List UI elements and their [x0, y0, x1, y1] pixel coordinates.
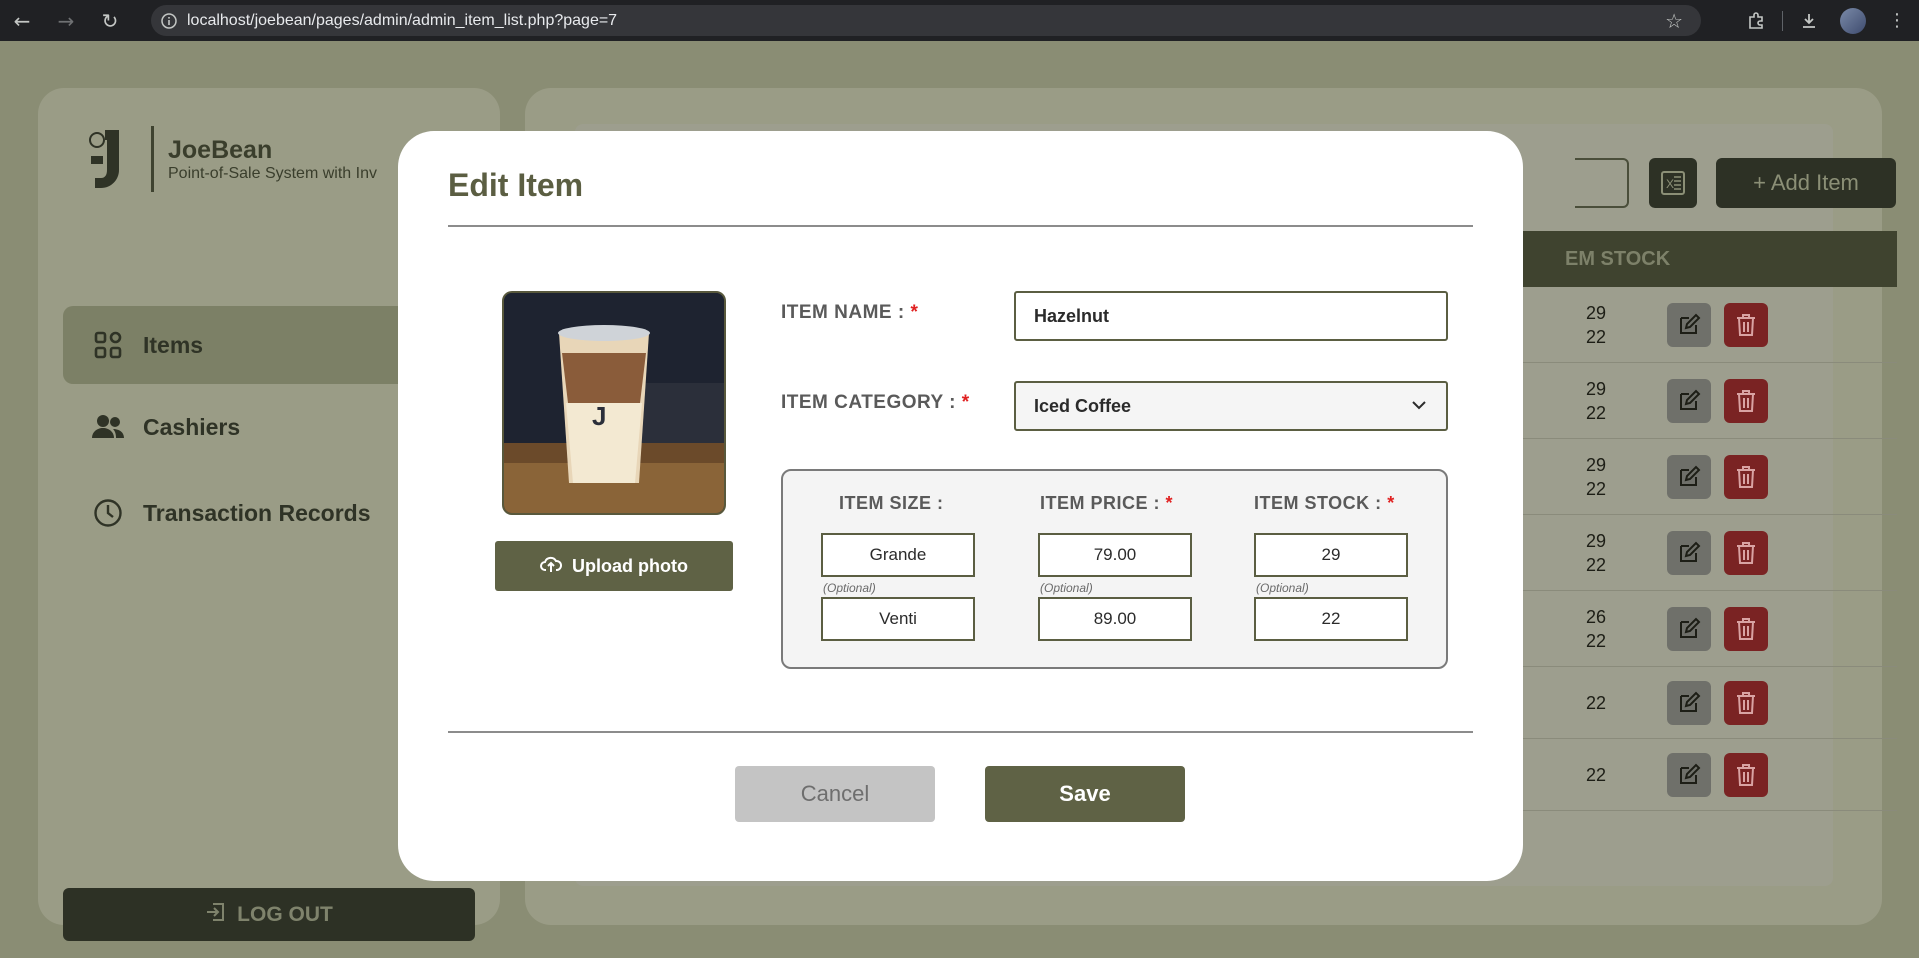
back-icon[interactable]: ← — [0, 0, 44, 41]
cloud-upload-icon — [540, 555, 563, 578]
modal-divider-bottom — [448, 731, 1473, 733]
item-category-select[interactable]: Iced Coffee — [1014, 381, 1448, 431]
sidebar-item-label: Transaction Records — [143, 499, 371, 526]
svg-text:X: X — [1666, 177, 1674, 191]
browser-toolbar: ← → ↻ localhost/joebean/pages/admin/admi… — [0, 0, 1919, 41]
item-name-label: ITEM NAME : * — [781, 302, 919, 323]
delete-button[interactable] — [1724, 681, 1768, 725]
stock-cell: 29 22 — [1585, 303, 1607, 347]
trash-icon — [1737, 314, 1755, 336]
extensions-icon[interactable] — [1734, 11, 1778, 30]
trash-icon — [1737, 692, 1755, 714]
menu-kebab-icon[interactable]: ⋮ — [1875, 10, 1919, 31]
item-size-header: ITEM SIZE : — [839, 493, 944, 513]
forward-icon[interactable]: → — [44, 0, 88, 41]
price-field-1[interactable]: 79.00 — [1038, 533, 1192, 577]
trash-icon — [1737, 764, 1755, 786]
trash-icon — [1737, 618, 1755, 640]
toolbar-divider — [1782, 10, 1783, 31]
modal-divider-top — [448, 225, 1473, 227]
excel-icon: X — [1661, 171, 1685, 195]
brand-name: JoeBean — [168, 135, 273, 164]
edit-button[interactable] — [1667, 455, 1711, 499]
stock-cell: 29 22 — [1585, 455, 1607, 499]
edit-item-modal: Edit Item J Upload photo ITEM NAME : * H… — [398, 131, 1523, 881]
stock-cell: 29 22 — [1585, 379, 1607, 423]
size-price-stock-panel: ITEM SIZE : ITEM PRICE : * ITEM STOCK : … — [781, 469, 1448, 669]
modal-title: Edit Item — [448, 167, 584, 203]
column-header-stock: EM STOCK — [1565, 248, 1671, 270]
stock-cell: 26 22 — [1585, 607, 1607, 651]
optional-hint: (Optional) — [823, 581, 876, 595]
trash-icon — [1737, 390, 1755, 412]
brand: JoeBean Point-of-Sale System with Inv — [83, 126, 377, 192]
trash-icon — [1737, 466, 1755, 488]
edit-button[interactable] — [1667, 531, 1711, 575]
stock-cell: 22 — [1585, 765, 1607, 785]
address-bar[interactable]: localhost/joebean/pages/admin/admin_item… — [151, 5, 1701, 36]
trash-icon — [1737, 542, 1755, 564]
edit-icon — [1680, 691, 1701, 712]
logout-label: LOG OUT — [237, 902, 333, 926]
delete-button[interactable] — [1724, 607, 1768, 651]
edit-icon — [1680, 389, 1701, 410]
item-stock-header: ITEM STOCK : * — [1254, 493, 1395, 513]
download-icon[interactable] — [1787, 12, 1831, 30]
edit-button[interactable] — [1667, 681, 1711, 725]
size-field-1[interactable]: Grande — [821, 533, 975, 577]
edit-icon — [1680, 617, 1701, 638]
site-info-icon[interactable] — [151, 12, 187, 29]
item-price-header: ITEM PRICE : * — [1040, 493, 1174, 513]
item-name-field[interactable]: Hazelnut — [1014, 291, 1448, 341]
sidebar-item-label: Cashiers — [143, 413, 241, 440]
search-input[interactable] — [1575, 158, 1629, 208]
size-field-2[interactable]: Venti — [821, 597, 975, 641]
stock-field-2[interactable]: 22 — [1254, 597, 1408, 641]
edit-button[interactable] — [1667, 303, 1711, 347]
item-photo: J — [502, 291, 726, 515]
edit-icon — [1680, 763, 1701, 784]
stock-field-1[interactable]: 29 — [1254, 533, 1408, 577]
edit-icon — [1680, 313, 1701, 334]
item-name-value: Hazelnut — [1034, 305, 1110, 326]
upload-photo-button[interactable]: Upload photo — [495, 541, 733, 591]
delete-button[interactable] — [1724, 455, 1768, 499]
item-category-value: Iced Coffee — [1034, 395, 1132, 416]
logout-button[interactable]: LOG OUT — [63, 888, 475, 941]
delete-button[interactable] — [1724, 379, 1768, 423]
delete-button[interactable] — [1724, 303, 1768, 347]
edit-icon — [1680, 465, 1701, 486]
sidebar-item-label: Items — [143, 331, 204, 358]
save-button[interactable]: Save — [985, 766, 1185, 822]
edit-button[interactable] — [1667, 379, 1711, 423]
edit-button[interactable] — [1667, 607, 1711, 651]
joebean-logo — [83, 126, 133, 192]
price-field-2[interactable]: 89.00 — [1038, 597, 1192, 641]
brand-tagline: Point-of-Sale System with Inv — [168, 164, 377, 182]
logout-icon — [205, 901, 227, 929]
stock-cell: 22 — [1585, 693, 1607, 713]
grid-icon — [91, 330, 125, 360]
cancel-button[interactable]: Cancel — [735, 766, 935, 822]
add-item-button[interactable]: + Add Item — [1716, 158, 1896, 208]
brand-divider — [151, 126, 154, 192]
reload-icon[interactable]: ↻ — [88, 0, 132, 41]
export-excel-button[interactable]: X — [1649, 158, 1697, 208]
svg-text:J: J — [592, 401, 606, 431]
clock-icon — [91, 498, 125, 528]
edit-icon — [1680, 541, 1701, 562]
upload-photo-label: Upload photo — [572, 555, 688, 576]
chevron-down-icon — [1410, 396, 1428, 419]
stock-cell: 29 22 — [1585, 531, 1607, 575]
bookmark-star-icon[interactable]: ☆ — [1665, 9, 1683, 33]
profile-avatar[interactable] — [1831, 7, 1875, 34]
users-icon — [91, 412, 125, 442]
edit-button[interactable] — [1667, 753, 1711, 797]
delete-button[interactable] — [1724, 753, 1768, 797]
delete-button[interactable] — [1724, 531, 1768, 575]
optional-hint: (Optional) — [1040, 581, 1093, 595]
optional-hint: (Optional) — [1256, 581, 1309, 595]
url-text: localhost/joebean/pages/admin/admin_item… — [187, 11, 618, 29]
item-category-label: ITEM CATEGORY : * — [781, 392, 970, 413]
